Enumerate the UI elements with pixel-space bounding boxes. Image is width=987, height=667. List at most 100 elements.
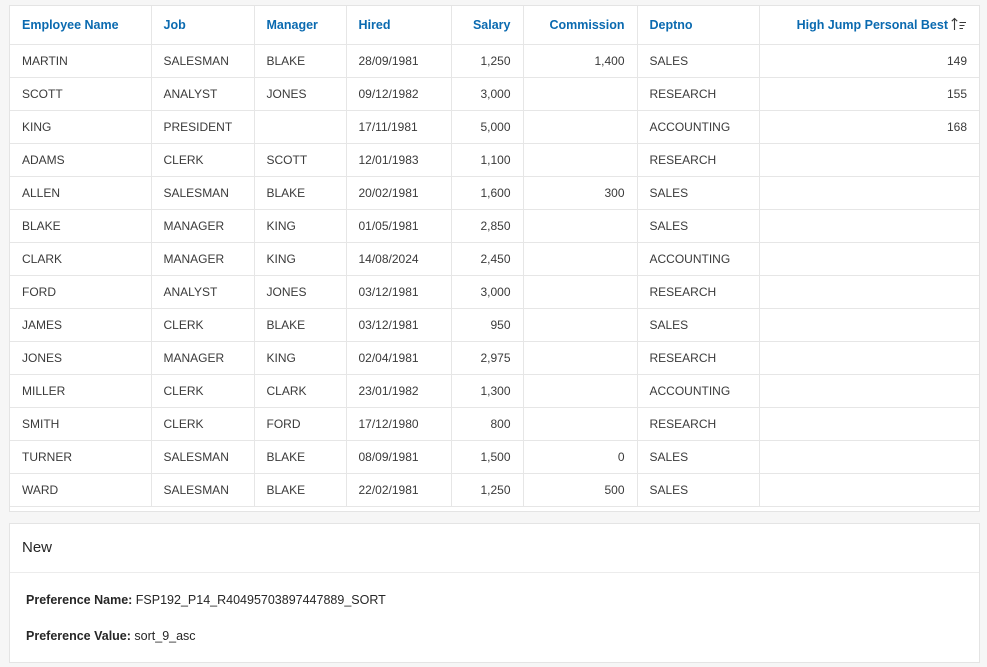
cell-manager: BLAKE	[254, 44, 347, 78]
interactive-report: Employee Name Job Manager Hired Salary Commis…	[9, 5, 980, 512]
column-header-commission[interactable]: Commission	[523, 6, 638, 45]
cell-hired: 03/12/1981	[346, 275, 452, 309]
cell-salary: 2,850	[451, 209, 524, 243]
table-row: BLAKE MANAGER KING 01/05/1981 2,850 SALES	[10, 209, 979, 243]
cell-salary: 1,250	[451, 44, 524, 78]
cell-high-jump-personal-best	[759, 473, 979, 507]
table-row: SCOTT ANALYST JONES 09/12/1982 3,000 RESEARCH…	[10, 77, 979, 111]
cell-job: SALESMAN	[151, 440, 255, 474]
table-row: MARTIN SALESMAN BLAKE 28/09/1981 1,250 1,400 S…	[10, 44, 979, 78]
column-header-label: Deptno	[649, 18, 693, 32]
cell-employee-name: MILLER	[10, 374, 152, 408]
cell-high-jump-personal-best	[759, 308, 979, 342]
cell-salary: 5,000	[451, 110, 524, 144]
cell-commission	[523, 407, 638, 441]
column-header-label: Hired	[358, 18, 391, 32]
cell-salary: 3,000	[451, 275, 524, 309]
cell-commission	[523, 242, 638, 276]
column-header-label: High Jump Personal Best	[796, 17, 948, 32]
column-header-employee-name[interactable]: Employee Name	[10, 6, 152, 45]
cell-manager: CLARK	[254, 374, 347, 408]
cell-salary: 2,450	[451, 242, 524, 276]
cell-hired: 02/04/1981	[346, 341, 452, 375]
cell-employee-name: TURNER	[10, 440, 152, 474]
cell-salary: 1,250	[451, 473, 524, 507]
column-header-manager[interactable]: Manager	[254, 6, 347, 45]
cell-high-jump-personal-best	[759, 275, 979, 309]
cell-deptno: SALES	[637, 44, 760, 78]
cell-commission	[523, 209, 638, 243]
cell-commission	[523, 308, 638, 342]
cell-high-jump-personal-best: 168	[759, 110, 979, 144]
cell-deptno: RESEARCH	[637, 341, 760, 375]
cell-deptno: SALES	[637, 473, 760, 507]
column-header-label: Manager	[266, 18, 318, 32]
cell-manager: KING	[254, 209, 347, 243]
cell-job: MANAGER	[151, 209, 255, 243]
table-row: MILLER CLERK CLARK 23/01/1982 1,300 ACCOUNTIN…	[10, 374, 979, 408]
table-row: JONES MANAGER KING 02/04/1981 2,975 RESEARCH	[10, 341, 979, 375]
cell-commission	[523, 374, 638, 408]
cell-hired: 08/09/1981	[346, 440, 452, 474]
cell-salary: 1,600	[451, 176, 524, 210]
cell-commission: 1,400	[523, 44, 638, 78]
table-header-row: Employee Name Job Manager Hired Salary Commis…	[10, 6, 979, 45]
cell-deptno: ACCOUNTING	[637, 242, 760, 276]
cell-manager: FORD	[254, 407, 347, 441]
cell-salary: 1,300	[451, 374, 524, 408]
cell-job: MANAGER	[151, 341, 255, 375]
cell-deptno: ACCOUNTING	[637, 374, 760, 408]
table-row: ALLEN SALESMAN BLAKE 20/02/1981 1,600 300 SALE…	[10, 176, 979, 210]
cell-commission	[523, 143, 638, 177]
cell-manager	[254, 110, 347, 144]
cell-job: MANAGER	[151, 242, 255, 276]
cell-job: SALESMAN	[151, 176, 255, 210]
cell-manager: KING	[254, 242, 347, 276]
cell-job: ANALYST	[151, 77, 255, 111]
table-body: MARTIN SALESMAN BLAKE 28/09/1981 1,250 1,400 S…	[10, 44, 979, 507]
report-table: Employee Name Job Manager Hired Salary Commis…	[10, 6, 979, 507]
table-row: ADAMS CLERK SCOTT 12/01/1983 1,100 RESEARCH	[10, 143, 979, 177]
cell-hired: 28/09/1981	[346, 44, 452, 78]
cell-commission	[523, 275, 638, 309]
cell-deptno: SALES	[637, 176, 760, 210]
preference-panel-title: New	[10, 524, 979, 573]
cell-deptno: SALES	[637, 440, 760, 474]
cell-employee-name: ALLEN	[10, 176, 152, 210]
column-header-hired[interactable]: Hired	[346, 6, 452, 45]
table-row: FORD ANALYST JONES 03/12/1981 3,000 RESEARCH	[10, 275, 979, 309]
column-header-label: Salary	[472, 18, 511, 32]
cell-high-jump-personal-best	[759, 407, 979, 441]
cell-job: CLERK	[151, 374, 255, 408]
cell-job: ANALYST	[151, 275, 255, 309]
cell-job: PRESIDENT	[151, 110, 255, 144]
cell-manager: JONES	[254, 77, 347, 111]
cell-deptno: ACCOUNTING	[637, 110, 760, 144]
cell-high-jump-personal-best	[759, 176, 979, 210]
cell-deptno: SALES	[637, 209, 760, 243]
column-header-job[interactable]: Job	[151, 6, 255, 45]
cell-commission: 0	[523, 440, 638, 474]
cell-job: CLERK	[151, 143, 255, 177]
column-header-label: Employee Name	[22, 18, 119, 32]
column-header-salary[interactable]: Salary	[451, 6, 524, 45]
preference-panel: New Preference Name: FSP192_P14_R4049570…	[9, 523, 980, 663]
cell-commission: 500	[523, 473, 638, 507]
table-row: CLARK MANAGER KING 14/08/2024 2,450 ACCOUNTIN…	[10, 242, 979, 276]
column-header-deptno[interactable]: Deptno	[637, 6, 760, 45]
cell-hired: 17/12/1980	[346, 407, 452, 441]
cell-hired: 14/08/2024	[346, 242, 452, 276]
cell-high-jump-personal-best	[759, 374, 979, 408]
cell-high-jump-personal-best	[759, 209, 979, 243]
table-row: JAMES CLERK BLAKE 03/12/1981 950 SALES	[10, 308, 979, 342]
column-header-high-jump-personal-best[interactable]: High Jump Personal Best	[759, 6, 979, 45]
cell-employee-name: ADAMS	[10, 143, 152, 177]
table-row: KING PRESIDENT 17/11/1981 5,000 ACCOUNTING 16…	[10, 110, 979, 144]
sort-ascending-icon[interactable]	[951, 17, 967, 34]
preference-name-row: Preference Name: FSP192_P14_R40495703897…	[26, 593, 386, 607]
cell-hired: 20/02/1981	[346, 176, 452, 210]
preference-value-label: Preference Value:	[26, 629, 131, 643]
preference-value-value: sort_9_asc	[134, 629, 196, 643]
cell-employee-name: FORD	[10, 275, 152, 309]
cell-job: SALESMAN	[151, 44, 255, 78]
